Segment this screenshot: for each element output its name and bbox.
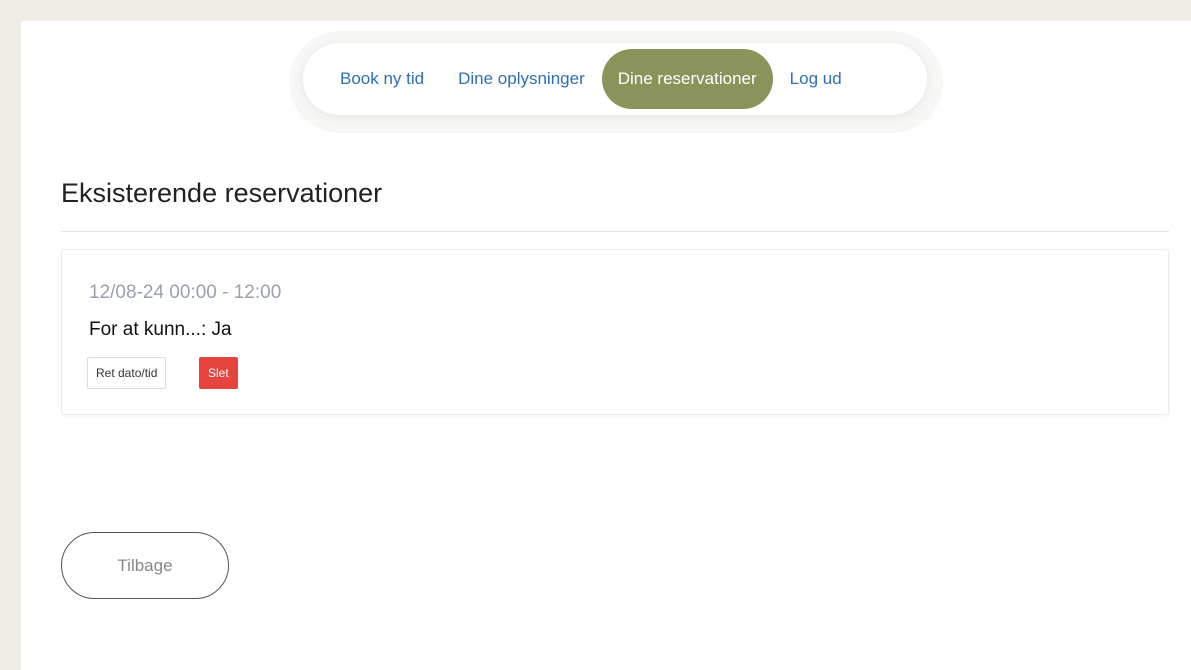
delete-button[interactable]: Slet	[199, 357, 238, 389]
main-nav: Book ny tid Dine oplysninger Dine reserv…	[303, 43, 927, 115]
nav-your-reservations[interactable]: Dine reservationer	[601, 49, 773, 109]
nav-book-new-time[interactable]: Book ny tid	[323, 49, 441, 109]
nav-log-out[interactable]: Log ud	[773, 49, 859, 109]
reservation-datetime: 12/08-24 00:00 - 12:00	[89, 282, 282, 303]
title-divider	[61, 231, 1169, 232]
reservation-detail: For at kunn...: Ja	[89, 319, 232, 340]
back-button[interactable]: Tilbage	[61, 532, 229, 599]
edit-datetime-button[interactable]: Ret dato/tid	[87, 357, 167, 389]
page-content: Book ny tid Dine oplysninger Dine reserv…	[21, 21, 1191, 670]
page-title: Eksisterende reservationer	[61, 178, 383, 208]
reservation-card: 12/08-24 00:00 - 12:00 For at kunn...: J…	[61, 249, 1169, 415]
nav-your-details[interactable]: Dine oplysninger	[441, 49, 602, 109]
